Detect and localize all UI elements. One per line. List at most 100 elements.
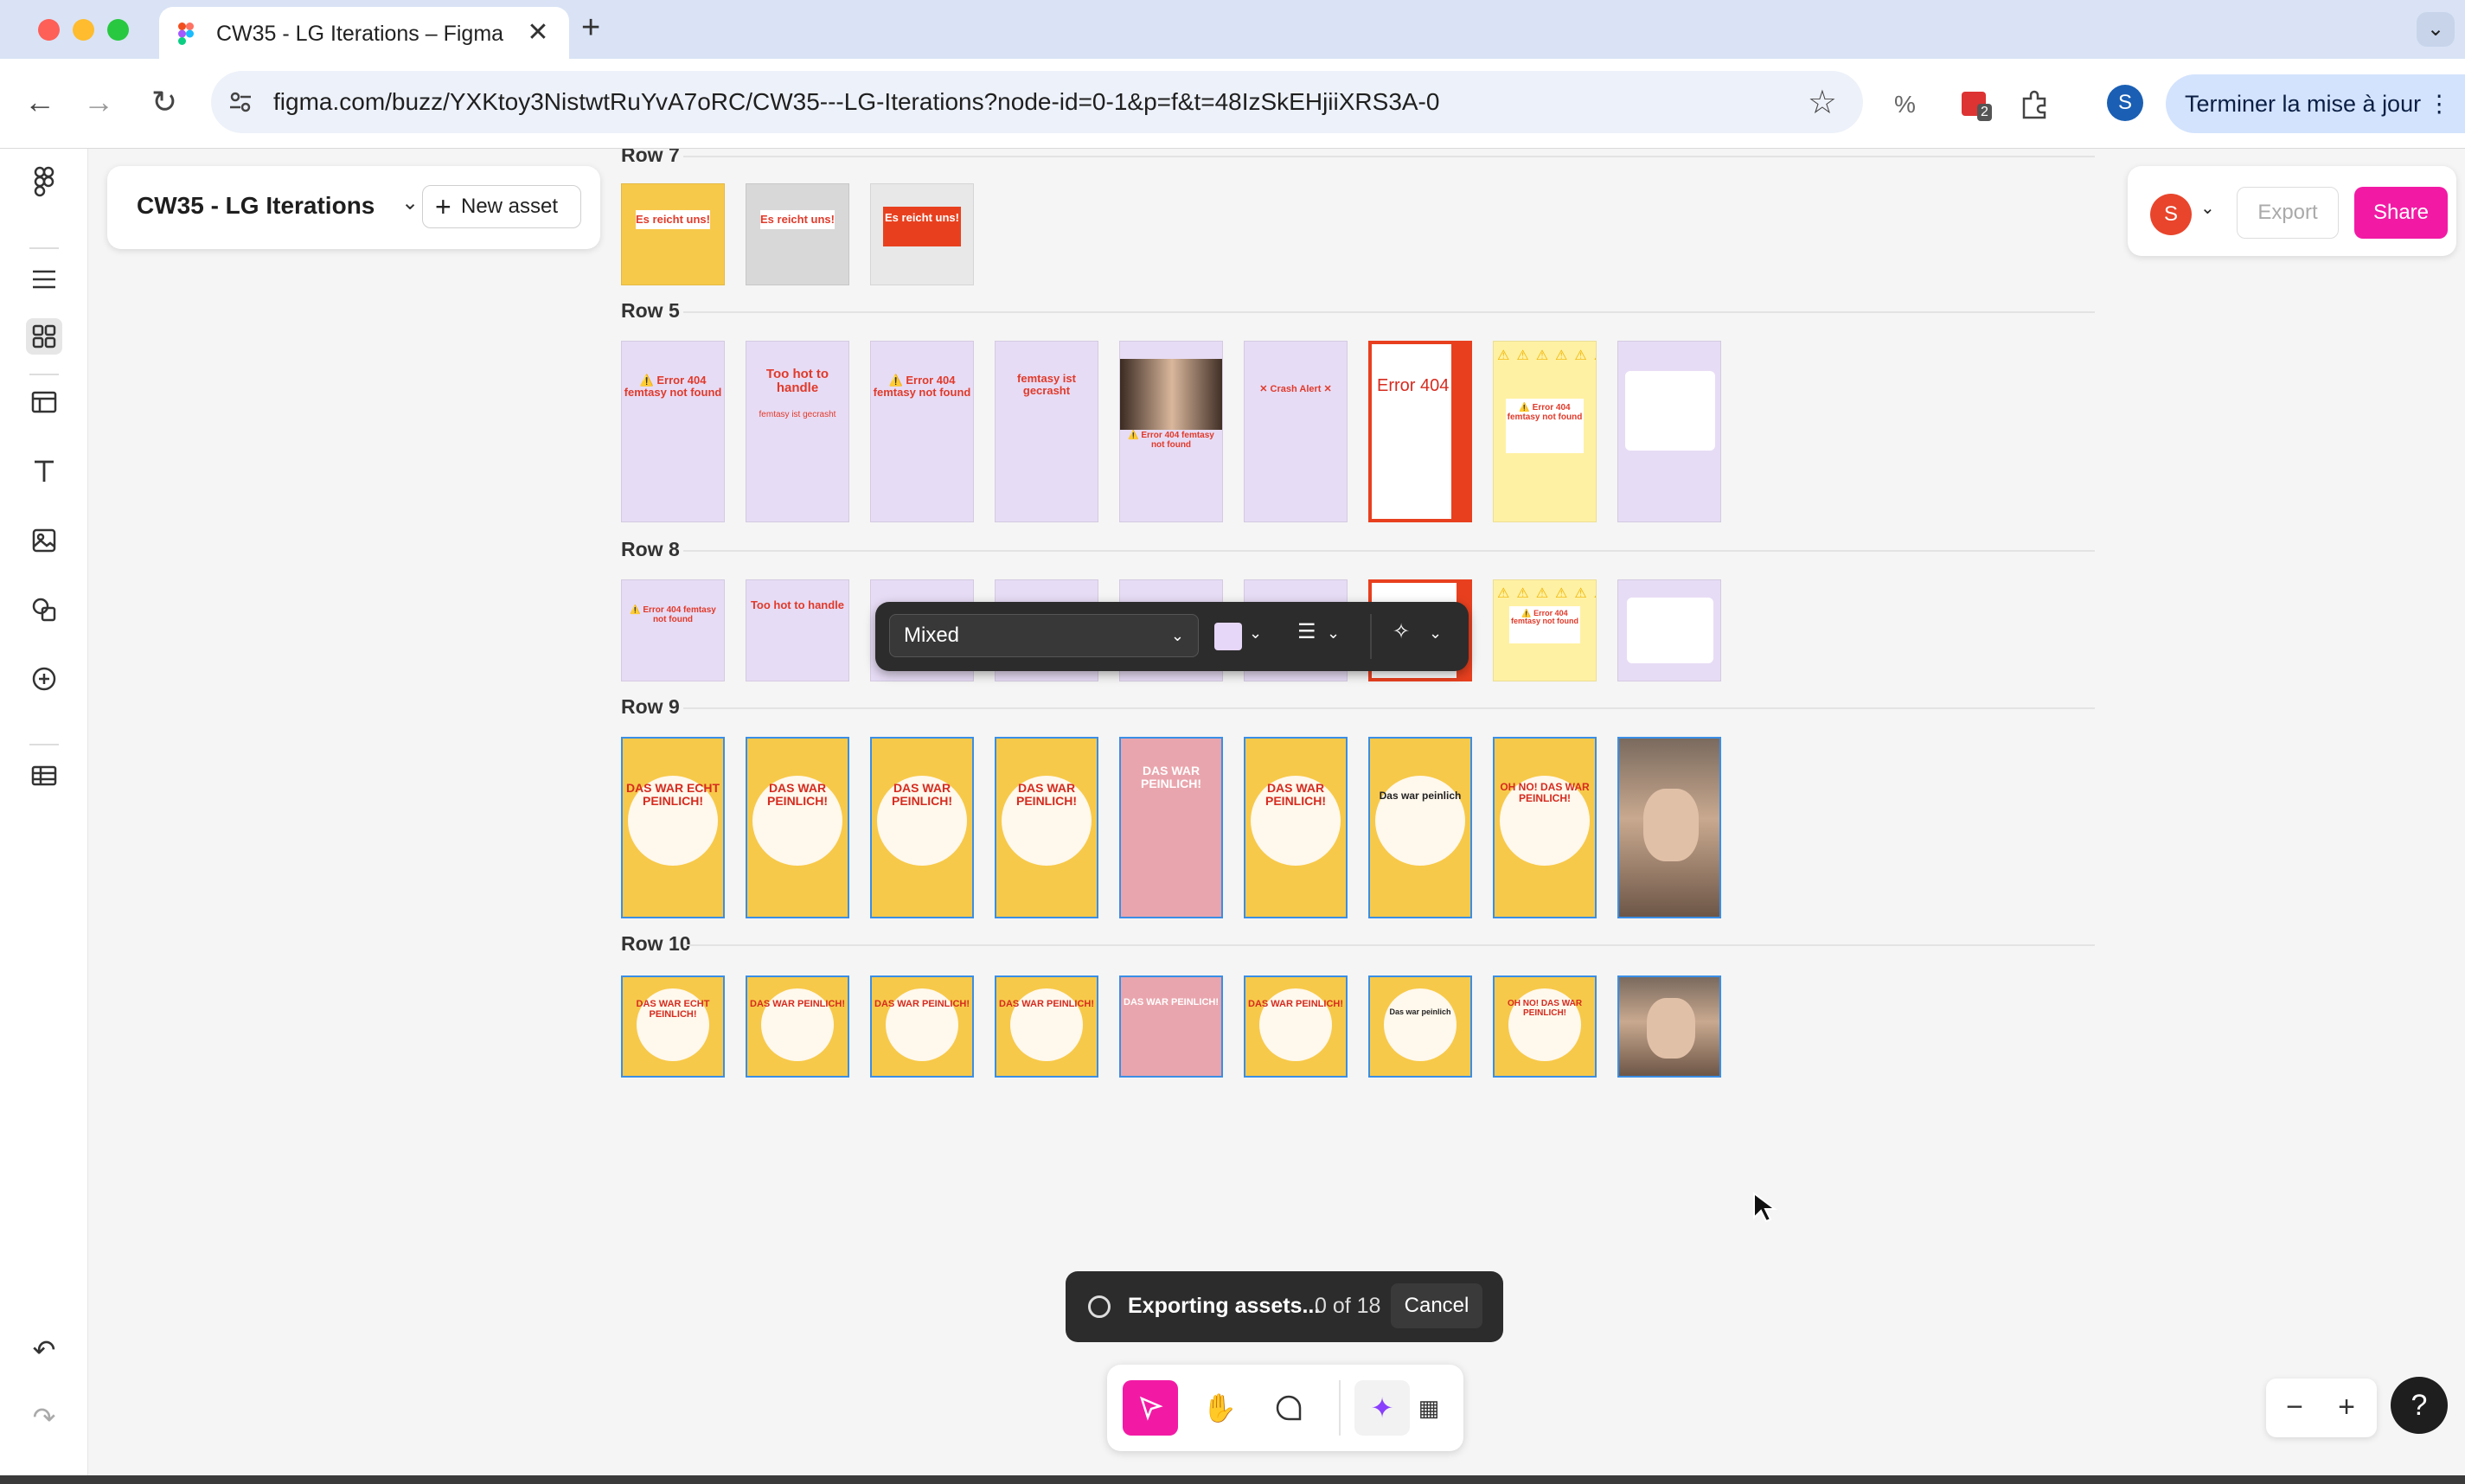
bookmark-star-icon[interactable]: ☆ — [1808, 83, 1837, 122]
asset-thumbnail[interactable]: DAS WAR ECHT PEINLICH! — [621, 737, 725, 918]
new-tab-button[interactable]: + — [581, 10, 600, 45]
tab-search-button[interactable]: ⌄ — [2417, 12, 2455, 47]
font-family-select[interactable]: Mixed ⌄ — [889, 614, 1199, 657]
browser-toolbar: ← → ↻ figma.com/buzz/YXKtoy3NistwtRuYvA7… — [0, 59, 2465, 149]
sparkle-icon: ✦ — [1370, 1392, 1394, 1423]
asset-thumbnail[interactable]: Too hot to handle — [746, 579, 849, 681]
asset-thumbnail[interactable]: ⚠⚠⚠⚠⚠⚠⚠⚠⚠⚠⚠⚠⚠⚠⚠⚠⚠⚠⚠⚠⚠⚠⚠⚠⚠⚠⚠⚠⚠⚠ ⚠️ Error … — [1493, 341, 1597, 522]
font-family-value: Mixed — [904, 624, 960, 647]
asset-thumbnail[interactable]: ⚠⚠⚠⚠⚠⚠⚠⚠⚠⚠⚠⚠⚠⚠⚠⚠⚠⚠⚠⚠ ⚠️ Error 404 femtas… — [1493, 579, 1597, 681]
extensions-puzzle-icon[interactable] — [2017, 86, 2052, 121]
assets-grid-icon[interactable] — [26, 318, 62, 355]
asset-thumbnail[interactable]: DAS WAR PEINLICH! — [1119, 975, 1223, 1078]
extension-icon[interactable]: % — [1891, 86, 1925, 121]
mouse-cursor-icon — [1753, 1192, 1777, 1223]
chevron-down-icon[interactable]: ⌄ — [1327, 624, 1340, 643]
asset-thumbnail[interactable]: femtasy ist gecrasht — [995, 341, 1098, 522]
asset-thumbnail[interactable]: ⚠️ Error 404 femtasy not found — [1119, 341, 1223, 522]
figma-menu-icon[interactable] — [26, 164, 62, 201]
asset-thumbnail[interactable]: Error 404 — [1368, 341, 1472, 522]
asset-thumbnail[interactable]: DAS WAR PEINLICH! — [1244, 737, 1348, 918]
profile-avatar[interactable]: S — [2107, 85, 2143, 121]
text-align-icon[interactable]: ☰ — [1297, 619, 1316, 644]
fill-color-swatch[interactable] — [1214, 623, 1242, 650]
asset-thumbnail[interactable] — [1617, 579, 1721, 681]
asset-thumbnail[interactable]: ⚠️ Error 404 femtasy not found — [621, 579, 725, 681]
address-bar[interactable]: figma.com/buzz/YXKtoy3NistwtRuYvA7oRC/CW… — [211, 71, 1863, 133]
thumbnail-text: DAS WAR PEINLICH! — [1265, 781, 1326, 808]
file-title[interactable]: CW35 - LG Iterations — [137, 192, 375, 220]
zoom-out-button[interactable]: − — [2273, 1387, 2316, 1429]
user-menu-chevron-down-icon[interactable]: ⌄ — [2200, 197, 2215, 219]
asset-thumbnail[interactable]: DAS WAR PEINLICH! — [746, 975, 849, 1078]
new-asset-button[interactable]: + New asset — [422, 185, 581, 228]
back-button[interactable]: ← — [21, 85, 59, 119]
update-browser-button[interactable]: Terminer la mise à jour ⋮ — [2166, 74, 2465, 133]
move-tool-button[interactable] — [1123, 1380, 1178, 1436]
rail-divider — [29, 744, 59, 745]
user-avatar[interactable]: S — [2150, 194, 2192, 235]
asset-thumbnail[interactable]: Das war peinlich — [1368, 975, 1472, 1078]
asset-thumbnail[interactable]: DAS WAR PEINLICH! — [1244, 975, 1348, 1078]
asset-thumbnail[interactable]: ✕ Crash Alert ✕ — [1244, 341, 1348, 522]
comment-tool-button[interactable] — [1261, 1380, 1316, 1436]
undo-icon[interactable]: ↶ — [26, 1334, 62, 1370]
asset-thumbnail[interactable]: DAS WAR ECHT PEINLICH! — [621, 975, 725, 1078]
asset-thumbnail[interactable]: OH NO! DAS WAR PEINLICH! — [1493, 975, 1597, 1078]
asset-thumbnail[interactable]: Es reicht uns! — [621, 183, 725, 285]
layers-icon[interactable] — [26, 261, 62, 297]
thumbnail-circle — [1384, 988, 1457, 1061]
tab-close-icon[interactable]: ✕ — [522, 17, 554, 48]
asset-thumbnail[interactable]: ⚠️ Error 404 femtasy not found — [621, 341, 725, 522]
image-tool-icon[interactable] — [26, 522, 62, 559]
cursor-arrow-icon — [1139, 1396, 1163, 1421]
asset-thumbnail[interactable]: Es reicht uns! — [870, 183, 974, 285]
asset-thumbnail[interactable] — [1617, 341, 1721, 522]
export-button[interactable]: Export — [2237, 187, 2339, 239]
asset-thumbnail[interactable]: DAS WAR PEINLICH! — [870, 975, 974, 1078]
figma-favicon-icon — [178, 22, 194, 45]
text-tool-icon[interactable] — [26, 453, 62, 489]
chevron-down-icon[interactable]: ⌄ — [1429, 624, 1442, 643]
more-menu-icon[interactable]: ⋮ — [2428, 91, 2451, 117]
maximize-window-button[interactable] — [107, 19, 129, 41]
left-toolbar: ↶ ↷ — [0, 149, 88, 1475]
asset-thumbnail[interactable]: DAS WAR PEINLICH! — [995, 737, 1098, 918]
asset-thumbnail-photo[interactable] — [1617, 737, 1721, 918]
asset-thumbnail[interactable]: Too hot to handle femtasy ist gecrasht — [746, 341, 849, 522]
frame-icon[interactable] — [26, 384, 62, 420]
file-menu-chevron-down-icon[interactable]: ⌄ — [401, 190, 419, 215]
close-window-button[interactable] — [38, 19, 60, 41]
asset-thumbnail[interactable]: Es reicht uns! — [746, 183, 849, 285]
chevron-down-icon[interactable]: ⌄ — [1249, 624, 1262, 643]
site-info-icon[interactable] — [227, 88, 254, 116]
thumbnail-text: DAS WAR PEINLICH! — [767, 781, 828, 808]
asset-thumbnail[interactable]: DAS WAR PEINLICH! — [746, 737, 849, 918]
cancel-export-button[interactable]: Cancel — [1391, 1283, 1482, 1328]
plugins-add-icon[interactable] — [26, 661, 62, 697]
selection-context-toolbar: Mixed ⌄ ⌄ ☰ ⌄ ✧ ⌄ — [875, 602, 1469, 671]
hand-tool-button[interactable]: ✋ — [1192, 1380, 1247, 1436]
asset-thumbnail-photo[interactable] — [1617, 975, 1721, 1078]
asset-thumbnail[interactable]: DAS WAR PEINLICH! — [870, 737, 974, 918]
shapes-tool-icon[interactable] — [26, 592, 62, 628]
minimize-window-button[interactable] — [73, 19, 94, 41]
magic-edit-icon[interactable]: ✧ — [1393, 619, 1410, 644]
zoom-in-button[interactable]: + — [2325, 1387, 2368, 1429]
dev-mode-button[interactable]: ▦ — [1401, 1380, 1457, 1436]
asset-thumbnail[interactable]: ⚠️ Error 404 femtasy not found — [870, 341, 974, 522]
forward-button[interactable]: → — [80, 85, 118, 119]
asset-thumbnail[interactable]: OH NO! DAS WAR PEINLICH! — [1493, 737, 1597, 918]
share-button[interactable]: Share — [2354, 187, 2448, 239]
reload-button[interactable]: ↻ — [145, 85, 183, 119]
help-button[interactable]: ? — [2391, 1377, 2448, 1434]
toast-message: Exporting assets... — [1128, 1294, 1321, 1318]
asset-thumbnail[interactable]: Das war peinlich — [1368, 737, 1472, 918]
redo-icon[interactable]: ↷ — [26, 1401, 62, 1437]
table-icon[interactable] — [26, 758, 62, 794]
extension-badge-icon[interactable]: 2 — [1958, 86, 1993, 121]
asset-thumbnail[interactable]: DAS WAR PEINLICH! — [1119, 737, 1223, 918]
thumbnail-text: DAS WAR PEINLICH! — [1124, 997, 1219, 1007]
asset-thumbnail[interactable]: DAS WAR PEINLICH! — [995, 975, 1098, 1078]
browser-tab-active[interactable]: CW35 - LG Iterations – Figma ✕ — [159, 7, 569, 59]
